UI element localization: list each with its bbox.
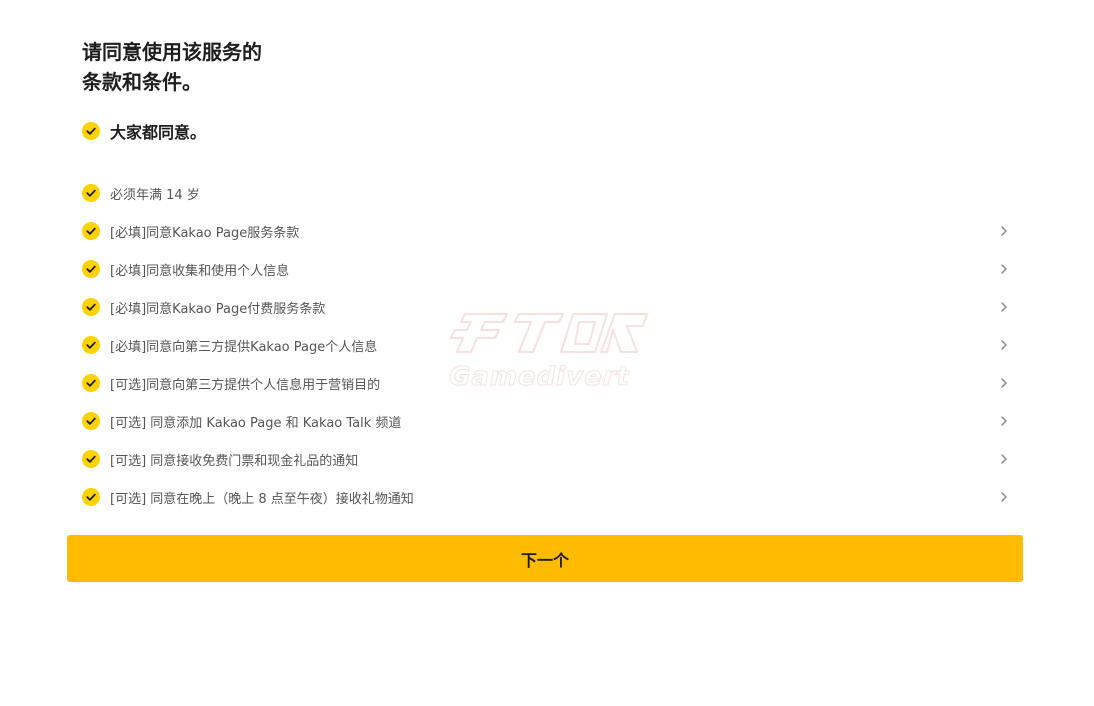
- chevron-right-icon[interactable]: [996, 337, 1012, 353]
- chevron-right-icon[interactable]: [996, 413, 1012, 429]
- terms-list: 必须年满 14 岁 [必填]同意Kakao Page服务条款 [必填]同意收集和…: [82, 174, 1012, 516]
- term-item-age[interactable]: 必须年满 14 岁: [82, 174, 1012, 212]
- page-title-line-1: 请同意使用该服务的: [82, 40, 262, 64]
- check-icon: [82, 122, 100, 140]
- term-item-service-terms[interactable]: [必填]同意Kakao Page服务条款: [82, 212, 1012, 250]
- check-icon: [82, 450, 100, 468]
- term-label: [必填]同意Kakao Page付费服务条款: [110, 301, 326, 317]
- term-label: [可选]同意向第三方提供个人信息用于营销目的: [110, 377, 381, 393]
- term-item-third-party[interactable]: [必填]同意向第三方提供Kakao Page个人信息: [82, 326, 1012, 364]
- check-icon: [82, 412, 100, 430]
- term-item-channel[interactable]: [可选] 同意添加 Kakao Page 和 Kakao Talk 频道: [82, 402, 1012, 440]
- term-label: [必填]同意Kakao Page服务条款: [110, 225, 300, 241]
- chevron-right-icon[interactable]: [996, 489, 1012, 505]
- page-title-line-2: 条款和条件。: [82, 70, 202, 94]
- check-icon: [82, 488, 100, 506]
- page-title: 请同意使用该服务的 条款和条件。: [82, 37, 402, 97]
- term-item-night-notify[interactable]: [可选] 同意在晚上（晚上 8 点至午夜）接收礼物通知: [82, 478, 1012, 516]
- chevron-right-icon[interactable]: [996, 223, 1012, 239]
- agree-all-checkbox[interactable]: 大家都同意。: [82, 118, 206, 144]
- term-label: 必须年满 14 岁: [110, 187, 200, 203]
- chevron-right-icon[interactable]: [996, 451, 1012, 467]
- check-icon: [82, 374, 100, 392]
- term-label: [必填]同意向第三方提供Kakao Page个人信息: [110, 339, 378, 355]
- check-icon: [82, 260, 100, 278]
- check-icon: [82, 184, 100, 202]
- chevron-right-icon[interactable]: [996, 375, 1012, 391]
- check-icon: [82, 336, 100, 354]
- chevron-right-icon[interactable]: [996, 261, 1012, 277]
- term-item-personal-info[interactable]: [必填]同意收集和使用个人信息: [82, 250, 1012, 288]
- agree-all-label: 大家都同意。: [110, 123, 207, 142]
- term-label: [可选] 同意接收免费门票和现金礼品的通知: [110, 453, 359, 469]
- term-label: [可选] 同意在晚上（晚上 8 点至午夜）接收礼物通知: [110, 491, 414, 507]
- next-button[interactable]: 下一个: [67, 535, 1023, 582]
- chevron-right-icon[interactable]: [996, 299, 1012, 315]
- check-icon: [82, 298, 100, 316]
- check-icon: [82, 222, 100, 240]
- term-item-free-tickets[interactable]: [可选] 同意接收免费门票和现金礼品的通知: [82, 440, 1012, 478]
- term-item-paid-service[interactable]: [必填]同意Kakao Page付费服务条款: [82, 288, 1012, 326]
- term-item-marketing[interactable]: [可选]同意向第三方提供个人信息用于营销目的: [82, 364, 1012, 402]
- term-label: [可选] 同意添加 Kakao Page 和 Kakao Talk 频道: [110, 415, 402, 431]
- term-label: [必填]同意收集和使用个人信息: [110, 263, 290, 279]
